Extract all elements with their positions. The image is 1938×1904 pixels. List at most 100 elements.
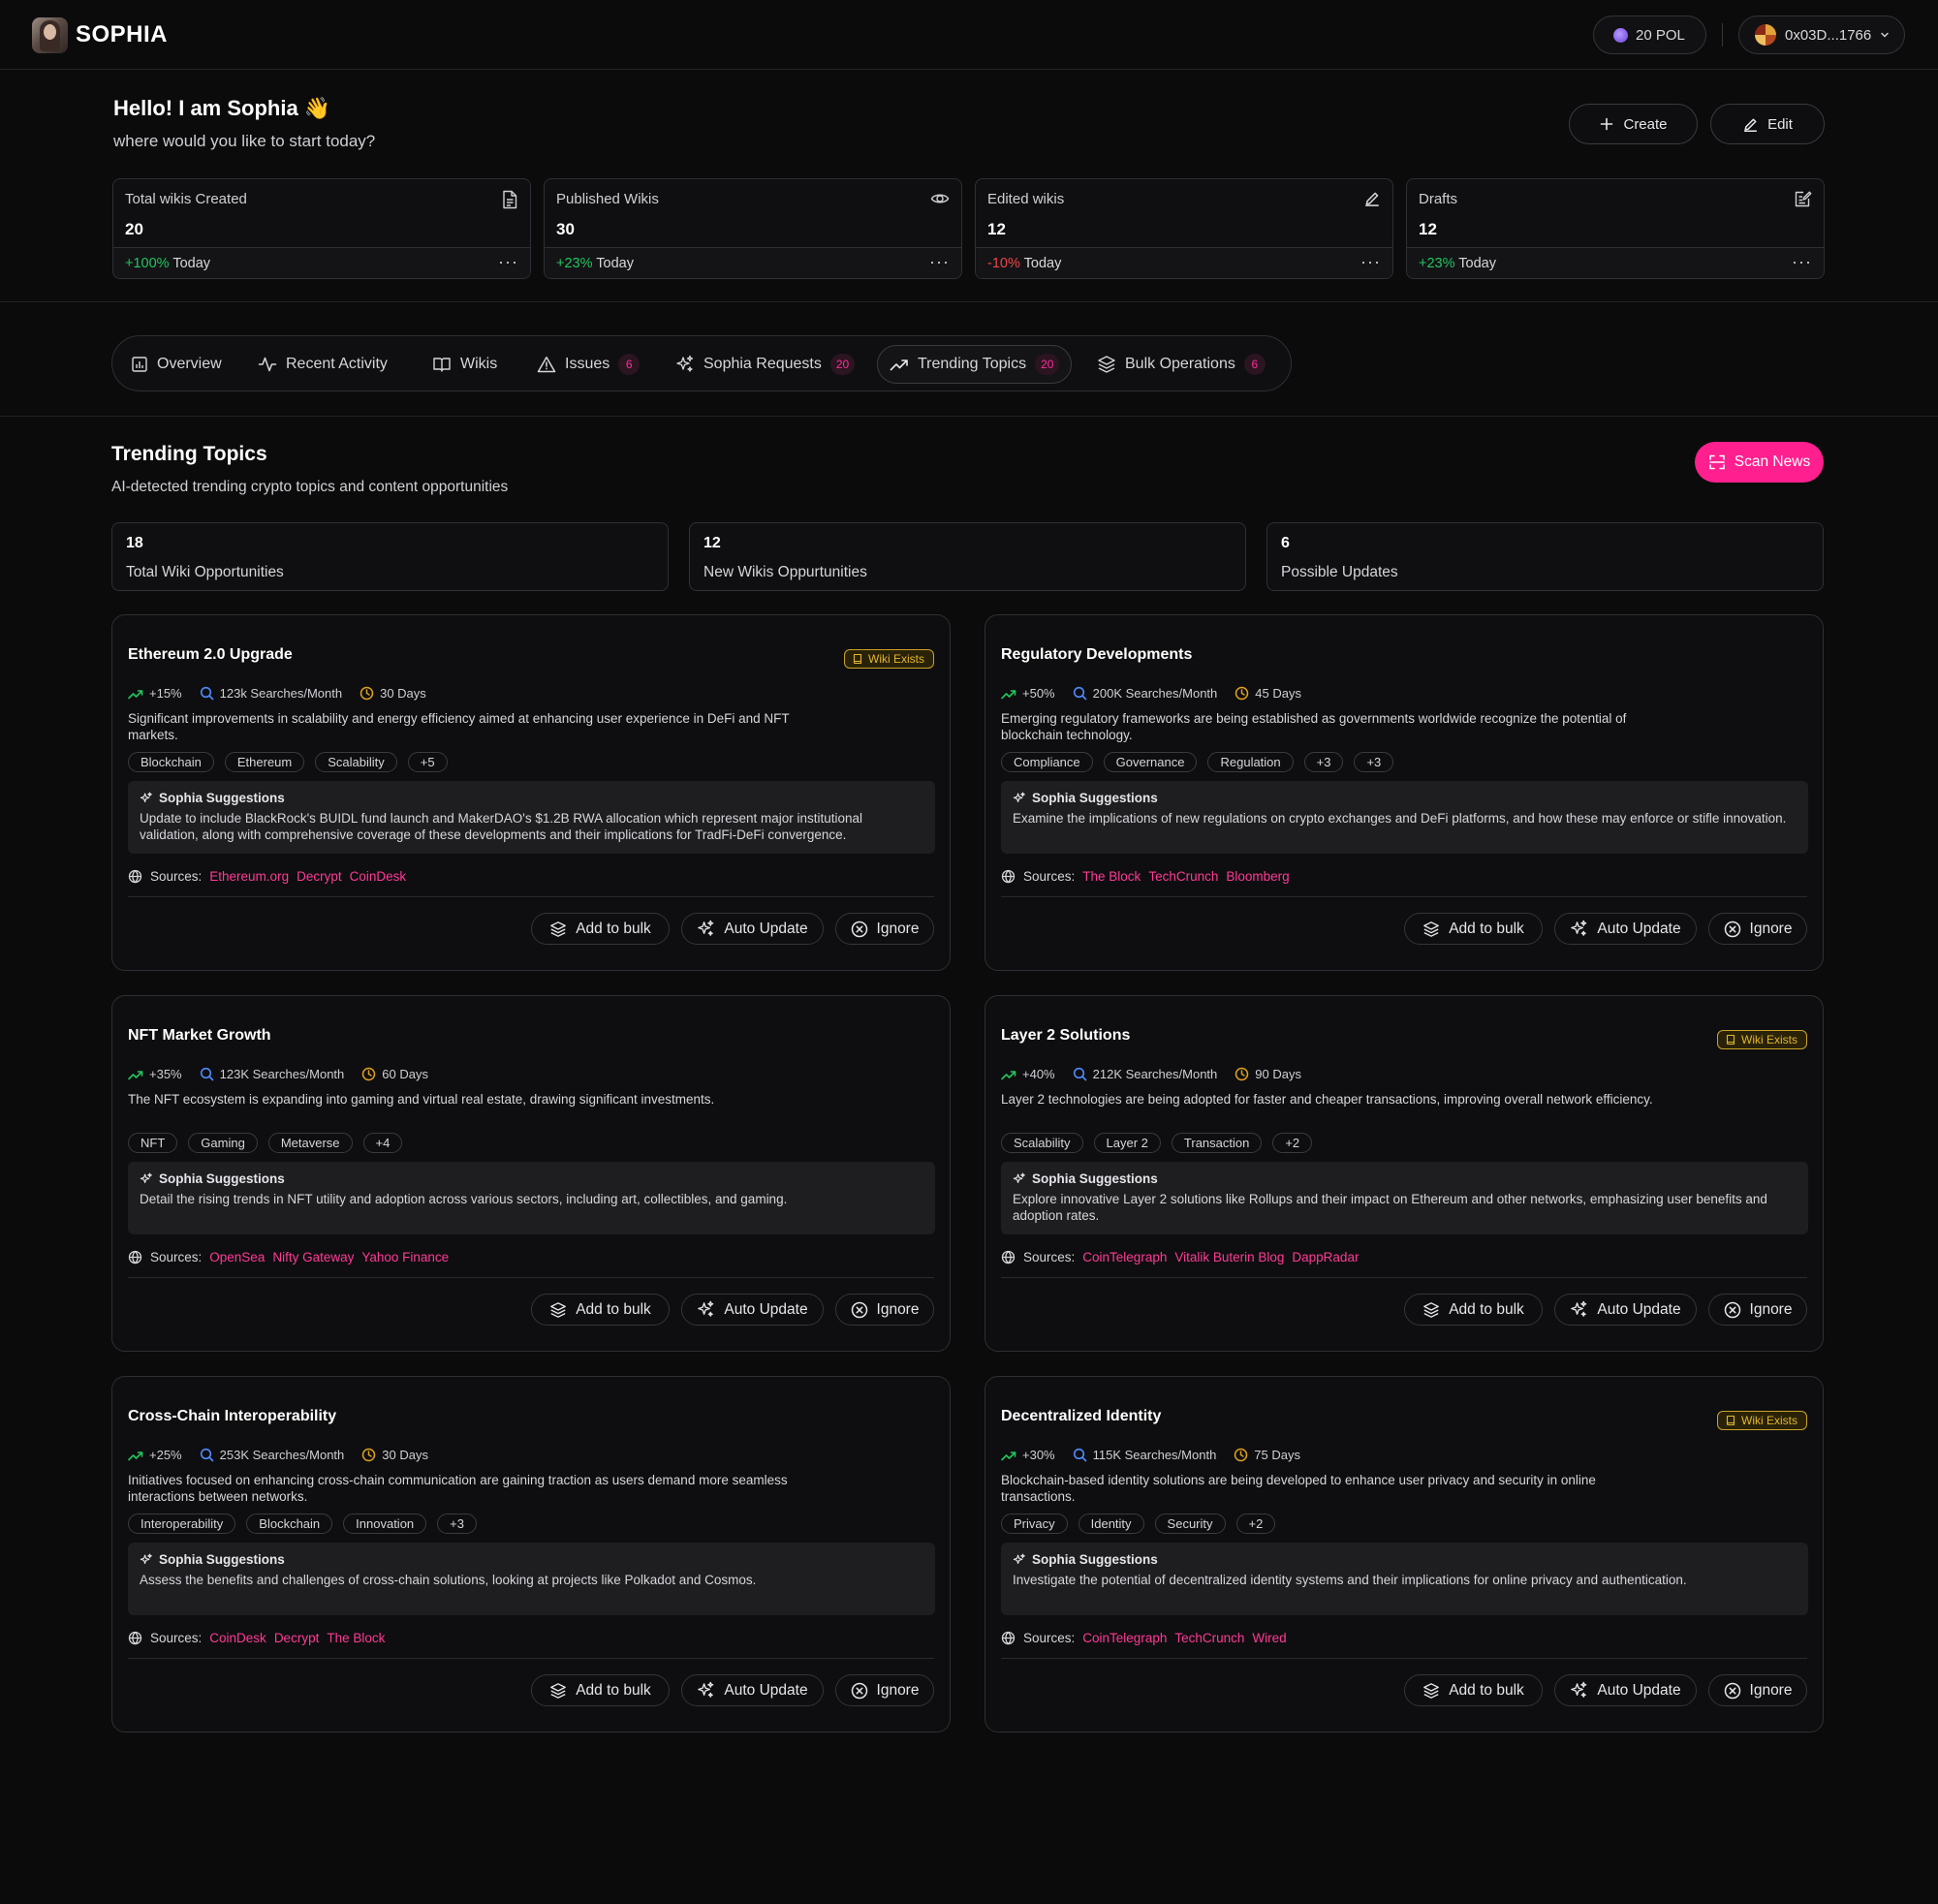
create-button[interactable]: Create xyxy=(1569,104,1698,144)
ignore-button[interactable]: Ignore xyxy=(835,1294,934,1326)
topic-tag[interactable]: Scalability xyxy=(1001,1133,1083,1153)
source-link[interactable]: Ethereum.org xyxy=(209,869,289,884)
book-icon xyxy=(1726,1415,1735,1426)
topic-tag[interactable]: +3 xyxy=(1303,752,1344,772)
auto-update-button[interactable]: Auto Update xyxy=(1554,913,1697,945)
source-link[interactable]: TechCrunch xyxy=(1174,1631,1244,1645)
ignore-button[interactable]: Ignore xyxy=(835,913,934,945)
auto-update-label: Auto Update xyxy=(724,1681,808,1699)
wallet-dropdown[interactable]: 0x03D...1766 xyxy=(1738,16,1905,54)
add-to-bulk-button[interactable]: Add to bulk xyxy=(531,913,670,945)
source-link[interactable]: Decrypt xyxy=(297,869,342,884)
source-link[interactable]: Bloomberg xyxy=(1226,869,1289,884)
sparkles-icon xyxy=(1571,1300,1587,1317)
ignore-button[interactable]: Ignore xyxy=(835,1674,934,1706)
scan-news-button[interactable]: Scan News xyxy=(1695,442,1824,483)
topic-tag[interactable]: Blockchain xyxy=(128,752,214,772)
suggestions-heading: Sophia Suggestions xyxy=(1032,791,1158,805)
auto-update-button[interactable]: Auto Update xyxy=(681,1294,824,1326)
edit-button[interactable]: Edit xyxy=(1710,104,1825,144)
topic-tag[interactable]: +3 xyxy=(437,1514,477,1534)
auto-update-button[interactable]: Auto Update xyxy=(1554,1294,1697,1326)
source-link[interactable]: CoinDesk xyxy=(350,869,407,884)
add-to-bulk-button[interactable]: Add to bulk xyxy=(1404,1294,1543,1326)
source-link[interactable]: The Block xyxy=(1082,869,1141,884)
sparkles-icon xyxy=(1013,1171,1025,1183)
source-link[interactable]: CoinDesk xyxy=(209,1631,266,1645)
topic-sources: Sources: CoinDesk Decrypt The Block xyxy=(128,1631,385,1645)
tab-label: Overview xyxy=(157,356,222,372)
sources-label: Sources: xyxy=(1023,1631,1076,1645)
source-link[interactable]: Nifty Gateway xyxy=(272,1250,354,1264)
more-options-icon[interactable]: ··· xyxy=(1792,252,1812,272)
source-link[interactable]: Yahoo Finance xyxy=(361,1250,449,1264)
sparkles-icon xyxy=(1013,1552,1025,1564)
tab-sophia-requests[interactable]: Sophia Requests 20 xyxy=(675,345,856,384)
add-to-bulk-button[interactable]: Add to bulk xyxy=(1404,913,1543,945)
auto-update-button[interactable]: Auto Update xyxy=(1554,1674,1697,1706)
topic-tag[interactable]: Security xyxy=(1154,1514,1226,1534)
search-icon xyxy=(1073,1067,1086,1081)
topic-tag[interactable]: Scalability xyxy=(315,752,397,772)
balance-pill[interactable]: 20 POL xyxy=(1593,16,1706,54)
source-link[interactable]: Wired xyxy=(1252,1631,1286,1645)
more-options-icon[interactable]: ··· xyxy=(498,252,518,272)
topic-tag[interactable]: Privacy xyxy=(1001,1514,1068,1534)
topic-tag[interactable]: +2 xyxy=(1235,1514,1276,1534)
globe-icon xyxy=(1001,869,1016,884)
add-to-bulk-button[interactable]: Add to bulk xyxy=(1404,1674,1543,1706)
topic-tag[interactable]: +3 xyxy=(1354,752,1394,772)
source-link[interactable]: OpenSea xyxy=(209,1250,265,1264)
topic-tag[interactable]: Regulation xyxy=(1207,752,1294,772)
topic-tag[interactable]: Metaverse xyxy=(267,1133,353,1153)
topic-tag[interactable]: Governance xyxy=(1103,752,1198,772)
source-link[interactable]: TechCrunch xyxy=(1148,869,1218,884)
tab-overview[interactable]: Overview xyxy=(131,345,222,384)
add-to-bulk-button[interactable]: Add to bulk xyxy=(531,1294,670,1326)
auto-update-button[interactable]: Auto Update xyxy=(681,1674,824,1706)
stat-value: 12 xyxy=(1419,220,1437,238)
tab-wikis[interactable]: Wikis xyxy=(432,345,497,384)
source-link[interactable]: Decrypt xyxy=(274,1631,320,1645)
topic-tag[interactable]: Gaming xyxy=(188,1133,258,1153)
tab-badge: 6 xyxy=(1243,354,1266,375)
source-link[interactable]: CoinTelegraph xyxy=(1082,1250,1167,1264)
ignore-button[interactable]: Ignore xyxy=(1708,1294,1807,1326)
more-options-icon[interactable]: ··· xyxy=(1360,252,1381,272)
ignore-button[interactable]: Ignore xyxy=(1708,913,1807,945)
source-link[interactable]: The Block xyxy=(327,1631,385,1645)
topic-title: Layer 2 Solutions xyxy=(1001,1027,1131,1044)
source-link[interactable]: CoinTelegraph xyxy=(1082,1631,1167,1645)
topic-tag[interactable]: +5 xyxy=(407,752,448,772)
topic-tag[interactable]: +4 xyxy=(362,1133,403,1153)
trending-up-icon xyxy=(1001,1451,1016,1460)
document-icon xyxy=(503,190,517,209)
topic-tag[interactable]: Identity xyxy=(1078,1514,1144,1534)
topic-tag[interactable]: Blockchain xyxy=(246,1514,333,1534)
trending-up-icon xyxy=(1001,689,1016,699)
tab-trending-topics[interactable]: Trending Topics 20 xyxy=(877,345,1073,384)
auto-update-button[interactable]: Auto Update xyxy=(681,913,824,945)
source-link[interactable]: Vitalik Buterin Blog xyxy=(1174,1250,1284,1264)
suggestion-text: Investigate the potential of decentraliz… xyxy=(1013,1573,1687,1587)
source-link[interactable]: DappRadar xyxy=(1292,1250,1359,1264)
add-to-bulk-label: Add to bulk xyxy=(1449,1681,1524,1699)
tab-recent-activity[interactable]: Recent Activity xyxy=(258,345,388,384)
topic-tag[interactable]: NFT xyxy=(128,1133,178,1153)
wiki-exists-badge: Wiki Exists xyxy=(1717,1411,1807,1430)
topic-tag[interactable]: Ethereum xyxy=(224,752,305,772)
topic-tag[interactable]: Interoperability xyxy=(128,1514,236,1534)
topic-tag[interactable]: Compliance xyxy=(1001,752,1093,772)
more-options-icon[interactable]: ··· xyxy=(929,252,950,272)
topic-tag[interactable]: Innovation xyxy=(343,1514,427,1534)
tab-issues[interactable]: Issues 6 xyxy=(537,345,641,384)
topic-metrics: +15% 123k Searches/Month 30 Days xyxy=(128,686,444,701)
topic-tag[interactable]: +2 xyxy=(1272,1133,1313,1153)
topic-tag[interactable]: Transaction xyxy=(1171,1133,1263,1153)
sophia-suggestions-box: Sophia Suggestions Examine the implicati… xyxy=(1001,781,1808,854)
add-to-bulk-button[interactable]: Add to bulk xyxy=(531,1674,670,1706)
tab-bulk-operations[interactable]: Bulk Operations 6 xyxy=(1097,345,1266,384)
ignore-button[interactable]: Ignore xyxy=(1708,1674,1807,1706)
eye-icon xyxy=(930,194,950,203)
topic-tag[interactable]: Layer 2 xyxy=(1093,1133,1161,1153)
